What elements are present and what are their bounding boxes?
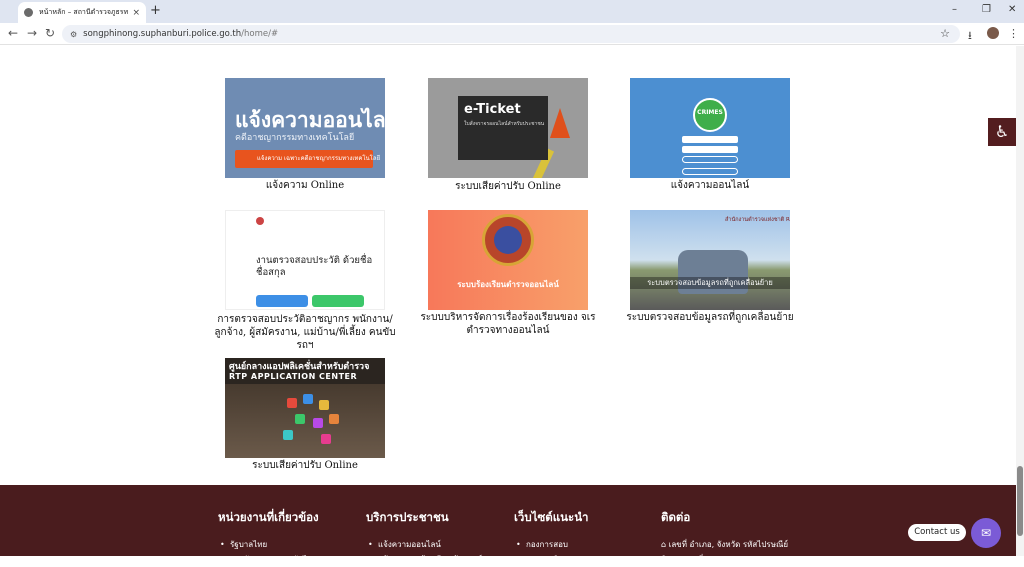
app-icon: [319, 400, 329, 410]
card-eticket[interactable]: e-Ticket ใบสั่งจราจรออนไลน์สำหรับประชาชน…: [412, 78, 604, 193]
card-towed-car[interactable]: สำนักงานตำรวจแห่งชาติ Royal Thai Police …: [614, 210, 806, 324]
footer-follow: ติดตามเราที่ :: [661, 555, 709, 564]
address-bar[interactable]: ⚙ songphinong.suphanburi.police.go.th/ho…: [62, 25, 960, 43]
card-crimes[interactable]: CRIMES แจ้งความออนไลน์: [614, 78, 806, 192]
app-icon: [329, 414, 339, 424]
footer-link[interactable]: กองการสอบ: [514, 537, 593, 552]
card-thumbnail[interactable]: e-Ticket ใบสั่งจราจรออนไลน์สำหรับประชาชน: [428, 78, 588, 178]
tab-close-icon[interactable]: ×: [132, 8, 140, 18]
contact-us-label[interactable]: Contact us: [908, 524, 966, 541]
page-content: แจ้งความออนไลน์ คดีอาชญากรรมทางเทคโนโลยี…: [0, 46, 1016, 556]
card-thumbnail[interactable]: CRIMES: [630, 78, 790, 178]
browser-tab[interactable]: หน้าหลัก – สถานีตำรวจภูธรทรงพื้นบ้าง ×: [18, 2, 146, 23]
reload-button[interactable]: ↻: [45, 26, 55, 40]
browser-toolbar: ← → ↻ ⚙ songphinong.suphanburi.police.go…: [0, 23, 1024, 45]
card-caption[interactable]: ระบบตรวจสอบข้อมูลรถที่ถูกเคลื่อนย้าย: [614, 311, 806, 324]
card-caption[interactable]: แจ้งความออนไลน์: [614, 179, 806, 192]
card-thumbnail[interactable]: สำนักงานตำรวจแห่งชาติ Royal Thai Police …: [630, 210, 790, 310]
card-thumbnail[interactable]: งานตรวจสอบประวัติ ด้วยชื่อ ชื่อสกุล: [225, 210, 385, 310]
minimize-button[interactable]: –: [952, 4, 957, 15]
card-online-report[interactable]: แจ้งความออนไลน์ คดีอาชญากรรมทางเทคโนโลยี…: [209, 78, 401, 192]
footer-link[interactable]: รัฐบาลไทย: [218, 537, 319, 552]
app-icon: [321, 434, 331, 444]
footer-link[interactable]: กองบัญชาการกองทัพไทย: [218, 552, 319, 567]
footer-link[interactable]: แจ้งความออนไลน์: [366, 537, 482, 552]
footer-col-related-agencies: หน่วยงานที่เกี่ยวข้อง รัฐบาลไทย กองบัญชา…: [218, 509, 319, 567]
card-thumbnail[interactable]: ระบบร้องเรียนตำรวจออนไลน์: [428, 210, 588, 310]
footer-heading: บริการประชาชน: [366, 510, 449, 524]
chat-icon: ✉: [980, 526, 992, 540]
site-info-icon[interactable]: ⚙: [70, 30, 77, 39]
new-tab-button[interactable]: +: [150, 3, 161, 18]
footer-address: ⌂ เลขที่ อำเภอ, จังหวัด รหัสไปรษณีย์: [661, 540, 789, 549]
back-button[interactable]: ←: [8, 26, 18, 40]
footer-link[interactable]: กองสารนิเทศ (สท.): [514, 552, 593, 567]
footer-heading: ติดต่อ: [661, 510, 691, 524]
card-caption[interactable]: การตรวจสอบประวัติอาชญากร พนักงาน/ลูกจ้าง…: [209, 313, 401, 352]
bookmark-star-icon[interactable]: ☆: [940, 27, 950, 40]
police-logo-icon: [256, 217, 264, 225]
app-icon: [303, 394, 313, 404]
footer-heading: เว็บไซต์แนะนำ: [514, 510, 589, 524]
app-icon: [287, 398, 297, 408]
app-icon: [313, 418, 323, 428]
card-caption[interactable]: ระบบเสียค่าปรับ Online: [412, 180, 604, 193]
chat-button[interactable]: ✉: [971, 518, 1001, 548]
footer-heading: หน่วยงานที่เกี่ยวข้อง: [218, 510, 319, 524]
accessibility-button[interactable]: ♿: [988, 118, 1016, 146]
card-thumbnail[interactable]: แจ้งความออนไลน์ คดีอาชญากรรมทางเทคโนโลยี…: [225, 78, 385, 178]
browser-tab-bar: หน้าหลัก – สถานีตำรวจภูธรทรงพื้นบ้าง × +…: [0, 0, 1024, 23]
card-criminal-record[interactable]: งานตรวจสอบประวัติ ด้วยชื่อ ชื่อสกุล การต…: [209, 210, 401, 352]
download-icon[interactable]: ⭳: [968, 27, 972, 46]
url-text: songphinong.suphanburi.police.go.th/home…: [83, 29, 279, 39]
restore-button[interactable]: ❐: [982, 4, 991, 15]
tab-title: หน้าหลัก – สถานีตำรวจภูธรทรงพื้นบ้าง: [39, 8, 129, 16]
profile-avatar[interactable]: [987, 27, 999, 39]
home-icon: ⌂: [661, 540, 667, 549]
footer-link[interactable]: แจ้งเบาะแส ร้องเรียน ร้องทุกข์: [366, 552, 482, 567]
card-caption[interactable]: แจ้งความ Online: [209, 179, 401, 192]
site-footer: หน่วยงานที่เกี่ยวข้อง รัฐบาลไทย กองบัญชา…: [0, 485, 1016, 567]
card-rtp-app-center[interactable]: ศูนย์กลางแอปพลิเคชั่นสำหรับตำรวจ RTP APP…: [209, 358, 401, 472]
site-favicon-icon: [24, 8, 33, 17]
footer-col-services: บริการประชาชน แจ้งความออนไลน์ แจ้งเบาะแส…: [366, 509, 482, 567]
app-icon: [295, 414, 305, 424]
app-icon: [283, 430, 293, 440]
footer-col-contact: ติดต่อ ⌂ เลขที่ อำเภอ, จังหวัด รหัสไปรษณ…: [661, 509, 788, 567]
card-caption[interactable]: ระบบบริหารจัดการเรื่องร้องเรียนของ จเรตำ…: [412, 311, 604, 337]
card-complaint[interactable]: ระบบร้องเรียนตำรวจออนไลน์ ระบบบริหารจัดก…: [412, 210, 604, 337]
menu-icon[interactable]: ⋮: [1008, 27, 1019, 40]
traffic-cone-icon: [550, 108, 570, 138]
close-window-button[interactable]: ✕: [1008, 4, 1016, 15]
card-caption[interactable]: ระบบเสียค่าปรับ Online: [209, 459, 401, 472]
footer-col-recommended: เว็บไซต์แนะนำ กองการสอบ กองสารนิเทศ (สท.…: [514, 509, 593, 567]
forward-button[interactable]: →: [27, 26, 37, 40]
card-thumbnail[interactable]: ศูนย์กลางแอปพลิเคชั่นสำหรับตำรวจ RTP APP…: [225, 358, 385, 458]
scrollbar-thumb[interactable]: [1017, 466, 1023, 536]
page-scrollbar[interactable]: [1016, 46, 1024, 556]
wheelchair-icon: ♿: [994, 122, 1010, 141]
